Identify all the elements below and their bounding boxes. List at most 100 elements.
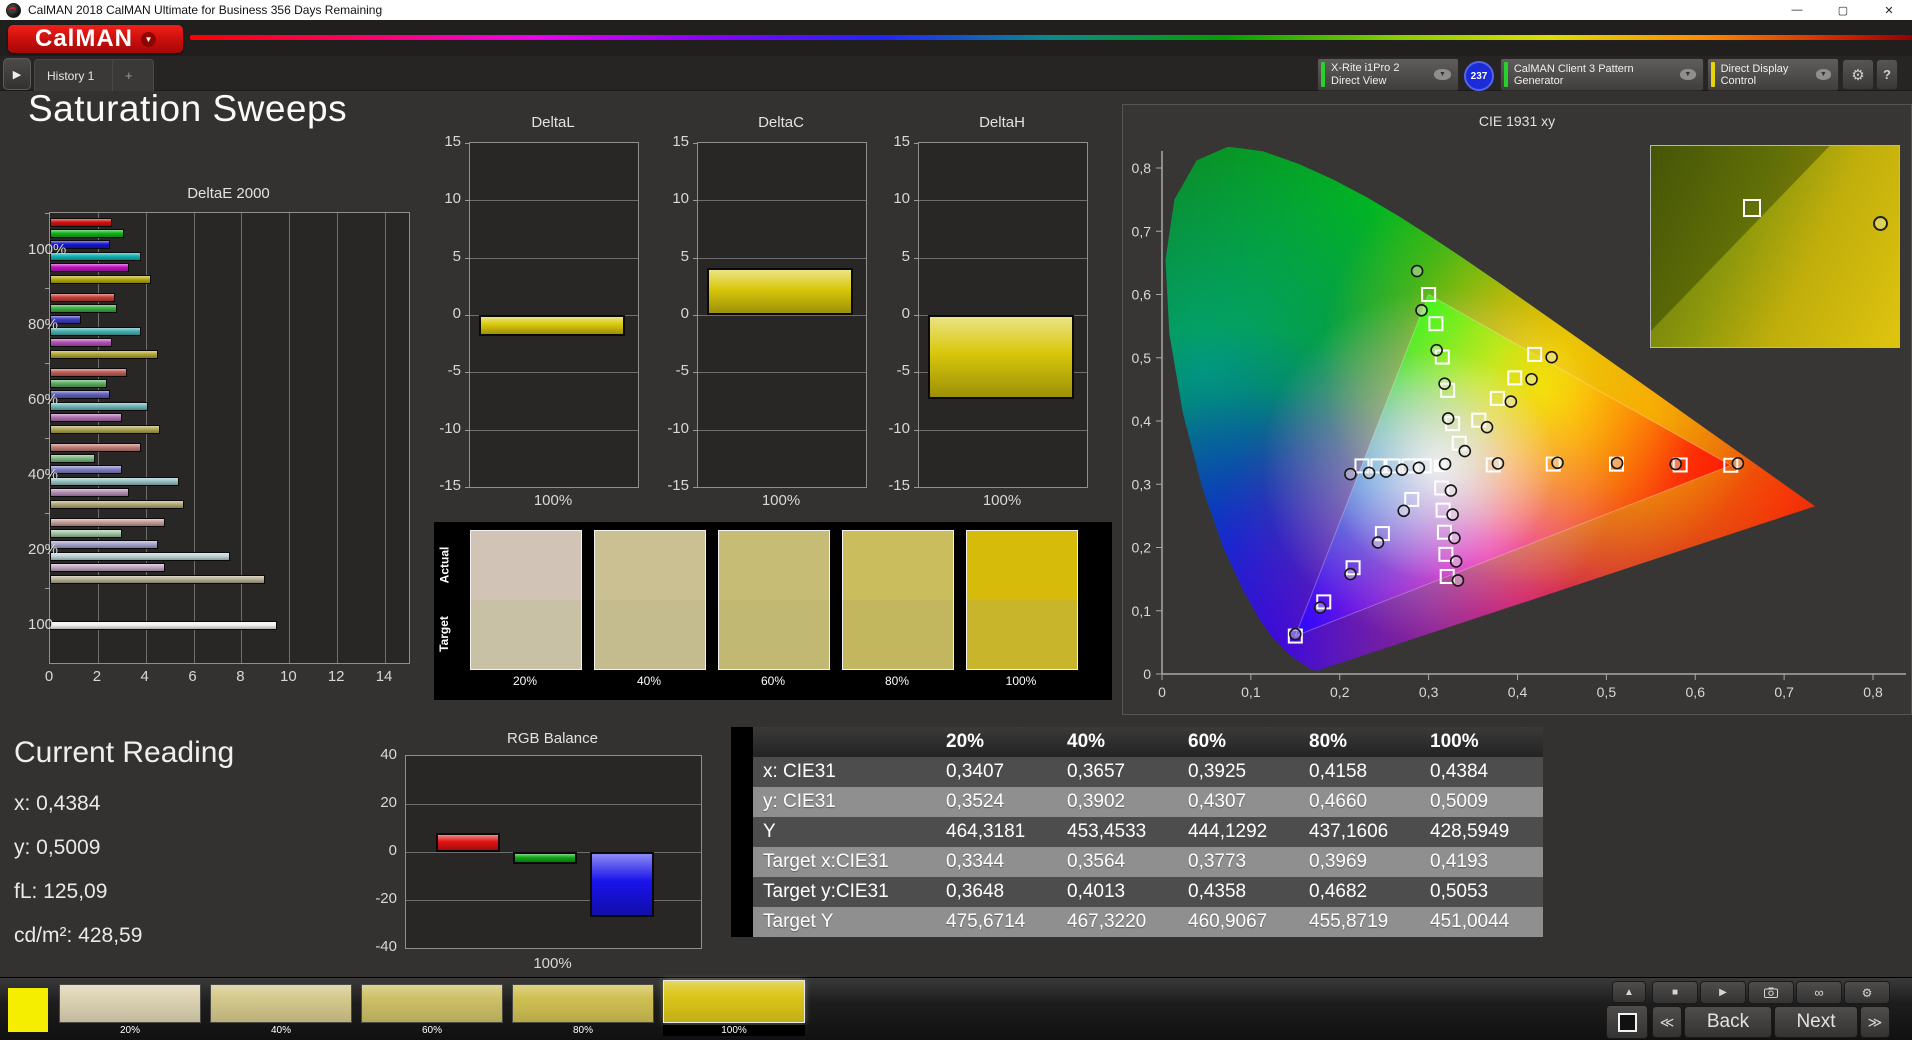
column-header: 40% — [1067, 731, 1106, 752]
y-tick-label: -10 — [888, 419, 910, 437]
pattern-button-20%[interactable]: 20% — [59, 984, 201, 1036]
target-swatch — [843, 600, 953, 669]
pattern-button-100%[interactable]: 100% — [663, 980, 805, 1036]
calman-menu-button[interactable]: CalMAN ▼ — [8, 25, 183, 53]
deltae-bar-magenta — [50, 338, 113, 348]
measured-marker-green — [1415, 304, 1428, 317]
svg-text:0: 0 — [1158, 684, 1166, 700]
eject-icon: ▲ — [1624, 986, 1634, 998]
app-icon — [6, 2, 21, 18]
eject-button[interactable]: ▲ — [1612, 981, 1646, 1003]
pattern-label: 100% — [663, 1025, 805, 1036]
x-axis-label: 100% — [761, 492, 801, 509]
settings-button[interactable]: ⚙ — [1842, 59, 1874, 90]
minimize-button[interactable]: — — [1774, 0, 1820, 20]
pattern-button-80%[interactable]: 80% — [512, 984, 654, 1036]
deltae-bar-red — [50, 217, 113, 227]
play-button[interactable]: ▶ — [1700, 981, 1746, 1004]
axis-tick — [45, 213, 50, 214]
last-page-button[interactable]: ≫ — [1860, 1006, 1890, 1038]
axis-tick — [914, 200, 919, 202]
grid-line — [698, 429, 866, 431]
pattern-button-60%[interactable]: 60% — [361, 984, 503, 1036]
help-button[interactable]: ? — [1876, 59, 1898, 90]
x-tick-label: 2 — [92, 668, 102, 685]
current-reading-title: Current Reading — [14, 736, 235, 769]
source-dropdown[interactable]: CalMAN Client 3 Pattern Generator ▼ — [1500, 58, 1704, 91]
next-button[interactable]: Next — [1774, 1006, 1858, 1038]
pattern-window-button[interactable] — [1606, 1005, 1648, 1039]
y-tick-label: 100% — [28, 240, 67, 258]
continuous-measure-button[interactable]: ∞ — [1796, 981, 1842, 1004]
table-gutter — [731, 877, 753, 907]
y-tick-label: 5 — [452, 247, 461, 265]
axis-tick — [914, 257, 919, 259]
table-cell: 0,3969 — [1309, 851, 1368, 872]
meter-mode: Direct View — [1331, 74, 1387, 87]
chart-title: DeltaH — [979, 114, 1025, 131]
chevron-down-icon: ▼ — [141, 31, 156, 47]
stop-button[interactable]: ■ — [1652, 981, 1698, 1004]
pattern-button-40%[interactable]: 40% — [210, 984, 352, 1036]
swatch-label: 40% — [636, 674, 662, 688]
svg-text:0: 0 — [1143, 666, 1151, 682]
axis-tick — [693, 429, 698, 431]
svg-text:0,2: 0,2 — [1330, 684, 1350, 700]
y-tick-label: -10 — [439, 419, 461, 437]
axis-tick — [465, 429, 470, 431]
grid-line — [193, 213, 195, 663]
snapshot-button[interactable] — [1748, 981, 1794, 1004]
grid-line — [385, 213, 387, 663]
add-tab-button[interactable]: + — [112, 59, 154, 91]
column-header: 20% — [946, 731, 985, 752]
display-control-dropdown[interactable]: Direct Display Control ▼ — [1707, 58, 1839, 91]
table-gutter — [731, 907, 753, 937]
nav-expand-button[interactable]: ▶ — [3, 58, 31, 90]
axis-tick — [465, 315, 470, 316]
deltae-bar-green — [50, 453, 96, 463]
grid-line — [337, 213, 339, 663]
logo-bar: CalMAN ▼ — [0, 20, 1912, 56]
grid-line — [698, 200, 866, 202]
target-swatch — [471, 600, 581, 669]
delta-bar — [928, 315, 1074, 399]
first-page-button[interactable]: ≪ — [1652, 1006, 1682, 1038]
plot-area — [45, 212, 410, 664]
table-cell: 0,4660 — [1309, 791, 1368, 812]
chevron-down-icon: ▼ — [1434, 69, 1451, 80]
table-gutter — [731, 787, 753, 817]
axis-tick — [914, 429, 919, 431]
back-button[interactable]: Back — [1684, 1006, 1772, 1038]
rgb-bar-red — [436, 832, 500, 852]
current-reading-panel: Current Reading x: 0,4384 y: 0,5009 fL: 12… — [14, 736, 235, 947]
table-gutter — [731, 817, 753, 847]
swatch-cell-20% — [470, 530, 582, 670]
y-tick-label: 80% — [28, 315, 59, 333]
grid-line — [470, 257, 638, 259]
grid-line — [698, 257, 866, 259]
calman-logo: CalMAN — [34, 25, 133, 52]
meter-dropdown[interactable]: X-Rite i1Pro 2 Direct View ▼ — [1317, 58, 1459, 91]
svg-text:0,8: 0,8 — [1863, 684, 1883, 700]
measured-marker-yellow — [1504, 395, 1518, 408]
measured-marker-yellow — [1525, 372, 1538, 386]
grid-line — [406, 804, 701, 805]
meter-count-badge[interactable]: 237 — [1464, 61, 1494, 91]
axis-tick — [465, 143, 470, 144]
maximize-button[interactable]: ▢ — [1820, 0, 1866, 20]
axis-label-actual: Actual — [437, 546, 451, 583]
table-row: x: CIE31 0,3407 0,3657 0,3925 0,4158 0,4384 — [731, 757, 1543, 787]
y-tick-label: 5 — [901, 247, 910, 265]
table-row: Y 464,3181 453,4533 444,1292 437,1606 428,594… — [731, 817, 1543, 847]
y-tick-label: 20% — [28, 540, 59, 558]
grid-line — [470, 200, 638, 202]
table-cell: 0,3657 — [1067, 761, 1126, 782]
pattern-settings-button[interactable]: ⚙ — [1844, 981, 1890, 1004]
cie-1931-panel: CIE 1931 xy 0 0,1 0,2 0,3 0,4 0,5 0,6 0,7 0,8 0 0,… — [1122, 104, 1912, 715]
swatch-label: 80% — [884, 674, 910, 688]
measured-marker-cyan — [1379, 465, 1393, 478]
table-cell: 0,4013 — [1067, 881, 1126, 902]
measured-marker-cyan — [1412, 461, 1426, 475]
deltac-chart: DeltaC 15 10 5 0 -5 -10 -15 100% — [653, 112, 883, 512]
close-button[interactable]: ✕ — [1866, 0, 1912, 20]
